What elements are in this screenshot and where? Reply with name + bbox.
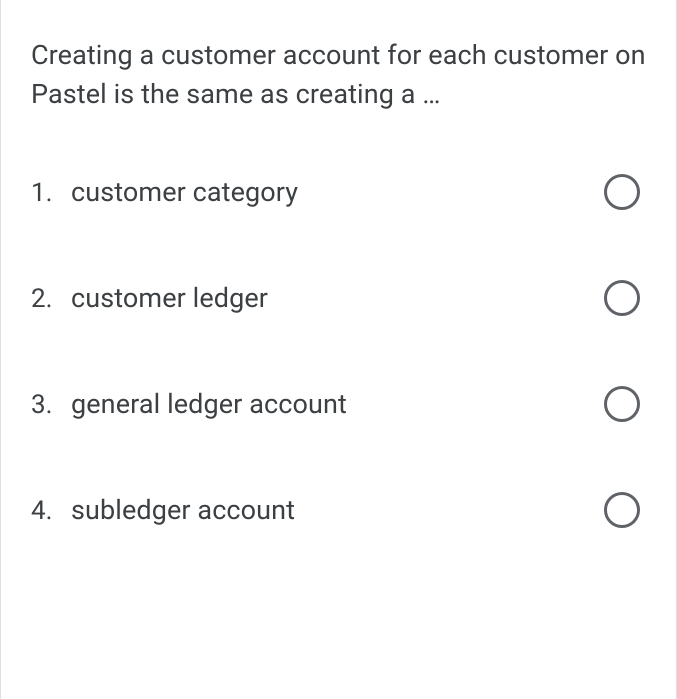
- option-number: 2.: [31, 284, 59, 314]
- option-number: 3.: [31, 390, 59, 420]
- option-2: 2. customer ledger: [31, 280, 646, 316]
- radio-option-2[interactable]: [604, 280, 640, 316]
- question-text: Creating a customer account for each cus…: [31, 36, 646, 114]
- option-4: 4. subledger account: [31, 492, 646, 528]
- option-2-label: 2. customer ledger: [31, 282, 268, 314]
- option-text: general ledger account: [71, 388, 347, 420]
- option-number: 1.: [31, 178, 59, 208]
- option-text: customer ledger: [71, 282, 268, 314]
- radio-option-1[interactable]: [604, 174, 640, 210]
- option-text: subledger account: [71, 494, 295, 526]
- option-1-label: 1. customer category: [31, 176, 298, 208]
- radio-option-3[interactable]: [604, 386, 640, 422]
- question-card: Creating a customer account for each cus…: [0, 0, 677, 699]
- option-text: customer category: [71, 176, 298, 208]
- options-list: 1. customer category 2. customer ledger …: [31, 174, 646, 528]
- option-number: 4.: [31, 496, 59, 526]
- option-3-label: 3. general ledger account: [31, 388, 347, 420]
- radio-option-4[interactable]: [604, 492, 640, 528]
- option-3: 3. general ledger account: [31, 386, 646, 422]
- option-4-label: 4. subledger account: [31, 494, 295, 526]
- option-1: 1. customer category: [31, 174, 646, 210]
